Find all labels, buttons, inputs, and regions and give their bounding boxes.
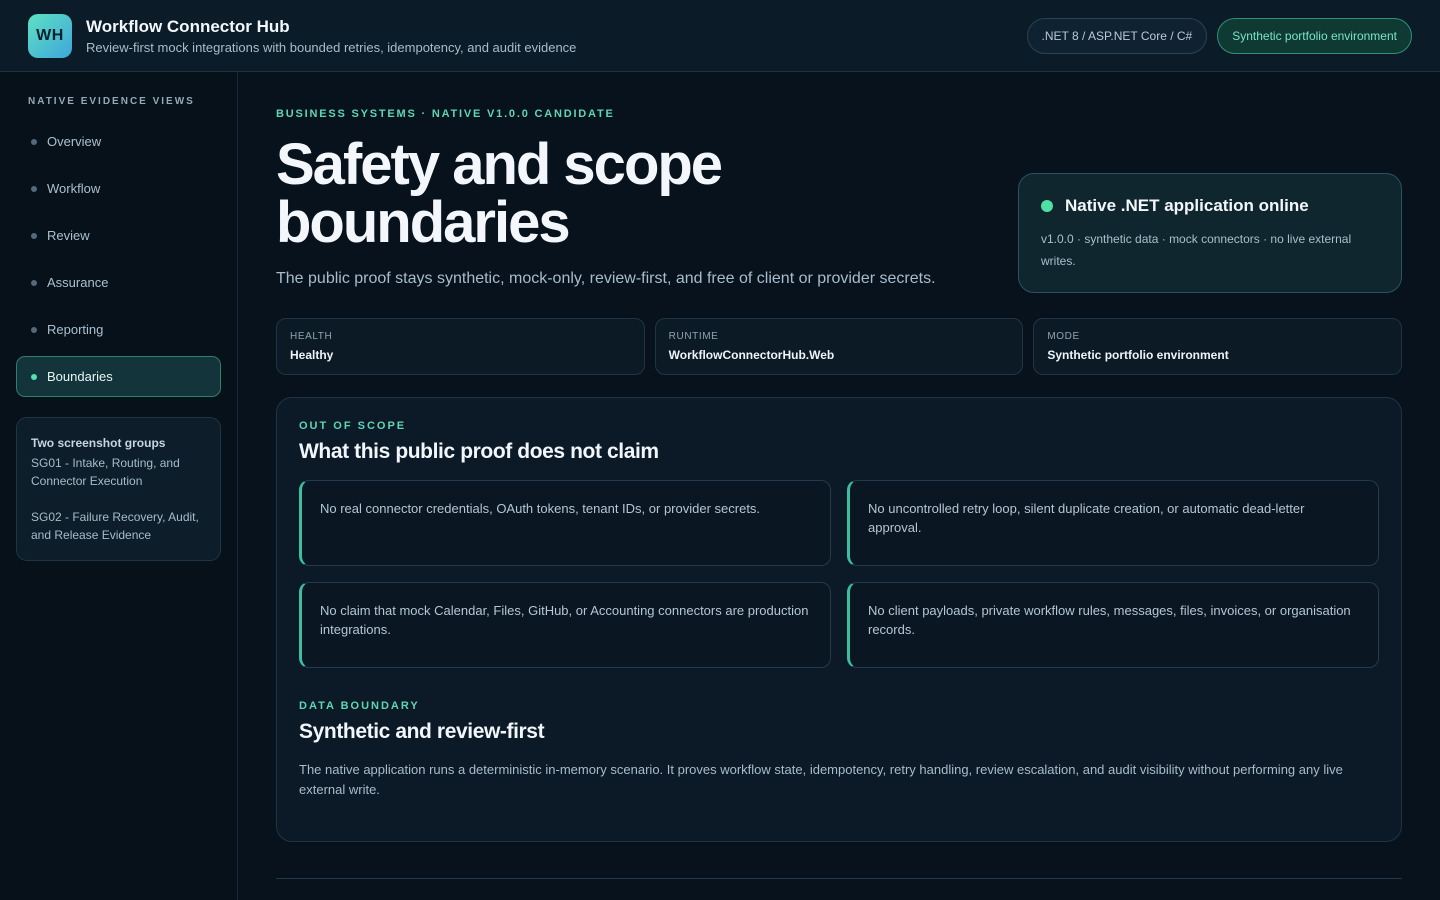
bullet-icon <box>31 138 37 145</box>
sidebar: NATIVE EVIDENCE VIEWS Overview Workflow … <box>0 72 238 900</box>
status-description: v1.0.0 · synthetic data · mock connector… <box>1041 232 1352 268</box>
header-pills: .NET 8 / ASP.NET Core / C# Synthetic por… <box>1026 17 1412 54</box>
groups-spacer <box>31 490 206 508</box>
meta-runtime: RUNTIME WorkflowConnectorHub.Web <box>654 318 1024 375</box>
page-eyebrow: BUSINESS SYSTEMS · NATIVE V1.0.0 CANDIDA… <box>276 108 615 120</box>
meta-value: WorkflowConnectorHub.Web <box>668 348 835 362</box>
groups-title: Two screenshot groups <box>31 436 166 450</box>
section-eyebrow: OUT OF SCOPE <box>299 420 407 432</box>
status-title: Native .NET application online <box>1065 196 1309 215</box>
bullet-icon <box>31 373 37 380</box>
meta-value: Healthy <box>290 348 334 362</box>
sidebar-item-review[interactable]: Review <box>16 215 221 256</box>
sidebar-heading: NATIVE EVIDENCE VIEWS <box>28 96 195 107</box>
screenshot-groups-card: Two screenshot groups SG01 - Intake, Rou… <box>16 417 221 561</box>
sidebar-item-workflow[interactable]: Workflow <box>16 168 221 209</box>
bullet-icon <box>31 232 37 239</box>
section-eyebrow: DATA BOUNDARY <box>299 700 420 712</box>
claim-card: No claim that mock Calendar, Files, GitH… <box>299 582 831 668</box>
sidebar-item-label: Boundaries <box>47 369 113 384</box>
sidebar-item-label: Overview <box>47 134 102 149</box>
bullet-icon <box>31 279 37 286</box>
claims-grid: No real connector credentials, OAuth tok… <box>299 480 1379 668</box>
meta-label: HEALTH <box>290 331 333 342</box>
data-boundary-section: DATA BOUNDARY Synthetic and review-first… <box>299 700 1379 800</box>
meta-row: HEALTH Healthy RUNTIME WorkflowConnector… <box>276 318 1403 375</box>
app-title: Workflow Connector Hub <box>86 16 290 36</box>
sidebar-item-label: Workflow <box>47 181 101 196</box>
group-sg02: SG02 - Failure Recovery, Audit, and Rele… <box>31 510 199 542</box>
divider <box>276 878 1402 879</box>
sidebar-item-label: Assurance <box>47 275 109 290</box>
top-bar: WH Workflow Connector Hub Review-first m… <box>0 0 1440 72</box>
group-sg01: SG01 - Intake, Routing, and Connector Ex… <box>31 456 180 488</box>
sidebar-item-boundaries[interactable]: Boundaries <box>16 356 221 397</box>
bullet-icon <box>31 185 37 192</box>
brand: Workflow Connector Hub Review-first mock… <box>86 17 576 55</box>
claim-card: No client payloads, private workflow rul… <box>847 582 1379 668</box>
tech-stack-pill: .NET 8 / ASP.NET Core / C# <box>1026 17 1208 54</box>
sidebar-item-label: Review <box>47 228 90 243</box>
app-logo: WH <box>28 13 72 58</box>
sidebar-item-overview[interactable]: Overview <box>16 121 221 162</box>
boundaries-panel: OUT OF SCOPE What this public proof does… <box>276 397 1402 842</box>
environment-pill: Synthetic portfolio environment <box>1217 17 1412 54</box>
meta-label: RUNTIME <box>668 331 719 342</box>
page-title: Safety and scope boundaries <box>276 132 723 255</box>
claim-card: No uncontrolled retry loop, silent dupli… <box>847 480 1379 566</box>
sidebar-item-assurance[interactable]: Assurance <box>16 262 221 303</box>
bullet-icon <box>31 326 37 333</box>
claim-card: No real connector credentials, OAuth tok… <box>299 480 831 566</box>
meta-health: HEALTH Healthy <box>276 318 645 375</box>
status-line: Native .NET application online <box>1041 196 1379 216</box>
meta-mode: MODE Synthetic portfolio environment <box>1033 318 1403 375</box>
main-content: BUSINESS SYSTEMS · NATIVE V1.0.0 CANDIDA… <box>276 72 1403 900</box>
meta-label: MODE <box>1047 331 1080 342</box>
sidebar-item-label: Reporting <box>47 322 104 337</box>
page-lede: The public proof stays synthetic, mock-o… <box>276 270 936 287</box>
sidebar-item-reporting[interactable]: Reporting <box>16 309 221 350</box>
status-card: Native .NET application online v1.0.0 · … <box>1018 173 1402 293</box>
online-indicator-icon <box>1041 200 1053 212</box>
section-title: Synthetic and review-first <box>299 720 545 743</box>
meta-value: Synthetic portfolio environment <box>1047 348 1229 362</box>
app-subtitle: Review-first mock integrations with boun… <box>86 39 577 55</box>
data-boundary-text: The native application runs a determinis… <box>299 762 1343 797</box>
section-title: What this public proof does not claim <box>299 440 659 463</box>
